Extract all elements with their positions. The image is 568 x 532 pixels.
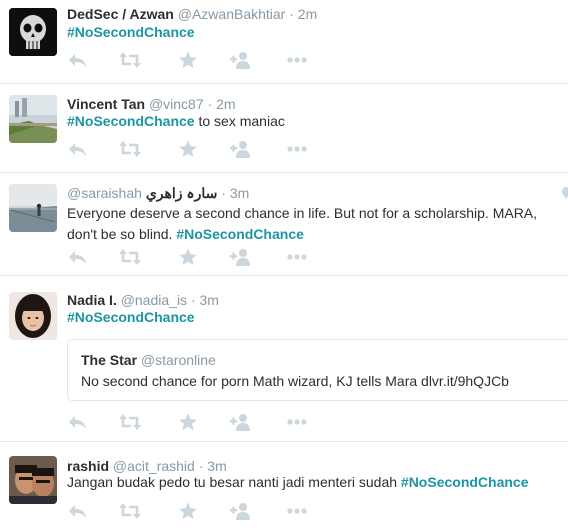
handle[interactable]: @saraishah [67,185,142,201]
display-name[interactable]: سارہ زاهري [146,185,218,201]
location-pin-icon [560,186,568,199]
follow-icon[interactable] [230,248,252,266]
retweet-icon[interactable] [119,413,141,431]
quoted-handle[interactable]: @staronline [141,352,216,368]
tweet-text-line-2: don't be so blind. [67,226,177,242]
handle[interactable]: @vinc87 [149,96,204,112]
avatar[interactable] [9,8,57,56]
follow-icon[interactable] [230,140,252,158]
separator: · [289,6,294,22]
more-icon[interactable] [286,502,308,520]
tweet-text: Jangan budak pedo tu besar nanti jadi me… [67,474,401,490]
favorite-icon[interactable] [177,413,199,431]
hashtag-link[interactable]: #NoSecondChance [67,309,195,325]
quoted-text: No second chance for porn Math wizard, K… [81,373,509,389]
reply-icon[interactable] [67,413,89,431]
tweet-2[interactable]: Vincent Tan @vinc87 · 2m #NoSecondChance… [0,84,568,173]
hashtag-link[interactable]: #NoSecondChance [176,226,304,242]
favorite-icon[interactable] [177,248,199,266]
timestamp[interactable]: 3m [230,185,249,201]
display-name[interactable]: Nadia I. [67,292,117,308]
display-name[interactable]: Vincent Tan [67,96,145,112]
avatar[interactable] [9,456,57,504]
timestamp[interactable]: 3m [200,292,219,308]
separator: · [190,292,196,308]
tweet-text: to sex maniac [194,113,285,129]
follow-icon[interactable] [230,502,252,520]
display-name[interactable]: DedSec / Azwan [67,6,174,22]
avatar[interactable] [9,95,57,143]
favorite-icon[interactable] [177,51,199,69]
favorite-icon[interactable] [177,502,199,520]
handle[interactable]: @nadia_is [121,292,187,308]
timestamp[interactable]: 2m [216,96,235,112]
more-icon[interactable] [286,51,308,69]
reply-icon[interactable] [67,248,89,266]
follow-icon[interactable] [230,413,252,431]
more-icon[interactable] [286,248,308,266]
retweet-icon[interactable] [119,248,141,266]
retweet-icon[interactable] [119,140,141,158]
retweet-icon[interactable] [119,51,141,69]
tweet-3[interactable]: @saraishah سارہ زاهري · 3m Everyone dese… [0,173,568,276]
hashtag-link[interactable]: #NoSecondChance [401,474,529,490]
more-icon[interactable] [286,140,308,158]
quoted-tweet[interactable]: The Star @staronline No second chance fo… [67,339,568,401]
reply-icon[interactable] [67,51,89,69]
follow-icon[interactable] [230,51,252,69]
hashtag-link[interactable]: #NoSecondChance [67,24,195,40]
reply-icon[interactable] [67,502,89,520]
quoted-display-name[interactable]: The Star [81,352,137,368]
favorite-icon[interactable] [177,140,199,158]
avatar[interactable] [9,184,57,232]
retweet-icon[interactable] [119,502,141,520]
tweet-text-line-1: Everyone deserve a second chance in life… [67,205,538,221]
separator: · [207,96,213,112]
reply-icon[interactable] [67,140,89,158]
handle[interactable]: @AzwanBakhtiar [178,6,286,22]
tweet-1[interactable]: DedSec / Azwan @AzwanBakhtiar · 2m #NoSe… [0,0,568,84]
tweet-4[interactable]: Nadia I. @nadia_is · 3m #NoSecondChance … [0,276,568,442]
avatar[interactable] [9,292,57,340]
tweet-5[interactable]: rashid @acit_rashid · 3m Jangan budak pe… [0,442,568,532]
hashtag-link[interactable]: #NoSecondChance [67,113,195,129]
timestamp[interactable]: 2m [298,6,317,22]
more-icon[interactable] [286,413,308,431]
separator: · [221,185,226,201]
